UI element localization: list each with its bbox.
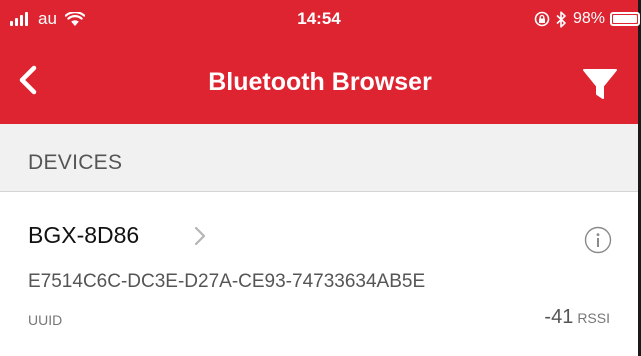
app-frame: au 14:54 98% Bluetooth Browser DEVICES B…: [0, 0, 641, 356]
page-title: Bluetooth Browser: [208, 68, 432, 96]
rssi-value: -41: [544, 306, 574, 328]
bluetooth-icon: [556, 10, 566, 28]
location-lock-icon: [534, 11, 550, 27]
rssi-readout: -41 RSSI: [544, 306, 610, 329]
status-bar-right: 98%: [534, 9, 640, 29]
battery-fill: [613, 15, 637, 23]
battery-percent: 98%: [572, 10, 605, 27]
rssi-unit: RSSI: [577, 310, 610, 326]
device-uuid: E7514C6C-DC3E-D27A-CE93-74733634AB5E: [28, 271, 426, 292]
back-button[interactable]: [14, 59, 44, 103]
info-icon[interactable]: [584, 226, 612, 254]
devices-section-header: DEVICES: [0, 124, 638, 192]
filter-button[interactable]: [582, 64, 618, 104]
chevron-right-icon: [194, 226, 206, 246]
filter-icon: [583, 69, 617, 99]
nav-bar: Bluetooth Browser: [0, 38, 638, 124]
chevron-left-icon: [19, 65, 37, 95]
section-title: DEVICES: [28, 151, 123, 174]
status-bar: au 14:54 98%: [0, 0, 640, 38]
battery-icon: [610, 12, 640, 26]
uuid-label: UUID: [28, 312, 63, 328]
device-name: BGX-8D86: [28, 222, 140, 248]
device-list-item[interactable]: BGX-8D86 E7514C6C-DC3E-D27A-CE93-7473363…: [0, 192, 638, 356]
